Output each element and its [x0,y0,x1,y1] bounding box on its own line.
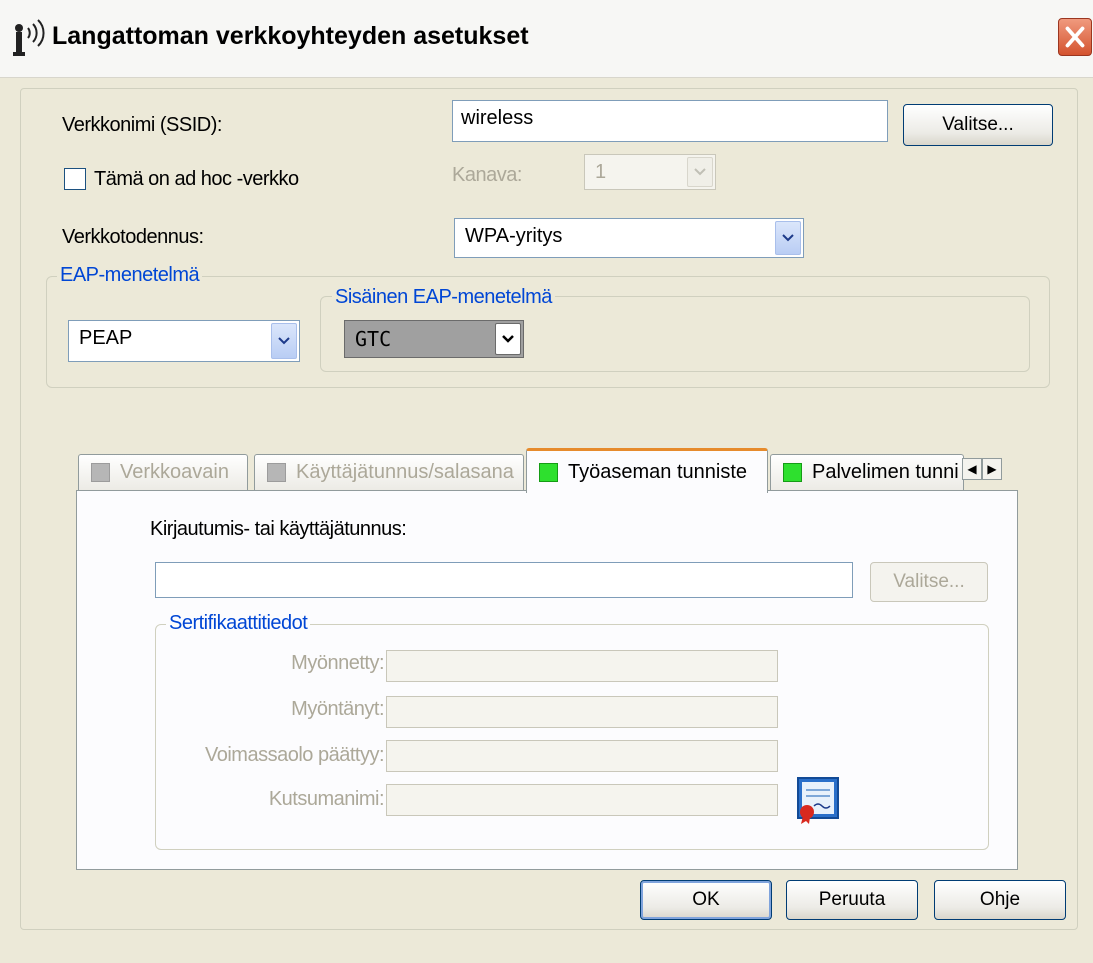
close-icon [1065,26,1085,48]
auth-value: WPA-yritys [465,225,563,247]
cert-friendly-name-input [386,784,778,816]
status-square-icon [91,463,110,482]
cert-friendly-name-label: Kutsumanimi: [268,788,385,810]
cert-legend: Sertifikaattitiedot [166,612,311,635]
help-button[interactable]: Ohje [934,880,1066,920]
scroll-left-icon[interactable]: ◀ [962,458,982,480]
auth-label: Verkkotodennus: [62,226,204,248]
wireless-icon [12,18,48,58]
tab-kayttajatunnus[interactable]: Käyttäjätunnus/salasana [254,454,524,490]
scroll-right-icon[interactable]: ▶ [982,458,1002,480]
cert-expires-label: Voimassaolo päättyy: [205,744,385,766]
ok-button[interactable]: OK [640,880,772,920]
tab-label: Käyttäjätunnus/salasana [296,461,514,483]
adhoc-checkbox[interactable] [64,168,86,190]
ssid-label: Verkkonimi (SSID): [62,114,222,136]
chevron-down-icon [687,157,713,187]
channel-select[interactable]: 1 [584,154,716,190]
tab-palvelimen-tunniste[interactable]: Palvelimen tunni [770,454,964,490]
cert-expires-input [386,740,778,772]
status-square-icon [783,463,802,482]
login-choose-button[interactable]: Valitse... [870,562,988,602]
inner-eap-select[interactable]: GTC [344,320,524,358]
ssid-input[interactable]: wireless [452,100,888,142]
cert-issued-to-input [386,650,778,682]
ssid-choose-button[interactable]: Valitse... [903,104,1053,146]
window-title: Langattoman verkkoyhteyden asetukset [52,22,529,50]
cert-issued-to-label: Myönnetty: [291,652,384,674]
chevron-down-icon [271,323,297,359]
cert-issued-by-input [386,696,778,728]
cert-issued-by-label: Myöntänyt: [291,698,384,720]
eap-legend: EAP-menetelmä [57,264,203,287]
chevron-down-icon [495,323,521,355]
adhoc-label: Tämä on ad hoc -verkko [94,168,299,190]
tab-verkkoavain[interactable]: Verkkoavain [78,454,248,490]
status-square-icon [539,462,558,482]
tab-label: Verkkoavain [120,461,229,483]
login-input[interactable] [155,562,853,598]
cancel-button[interactable]: Peruuta [786,880,918,920]
ssid-value: wireless [461,107,534,129]
tab-label: Palvelimen tunni [812,461,959,483]
auth-select[interactable]: WPA-yritys [454,218,804,258]
eap-select[interactable]: PEAP [68,320,300,362]
inner-eap-legend: Sisäinen EAP-menetelmä [332,286,555,309]
status-square-icon [267,463,286,482]
chevron-down-icon [775,221,801,255]
tab-tyoaseman-tunniste[interactable]: Työaseman tunniste [526,448,768,493]
close-button[interactable] [1058,18,1092,56]
inner-eap-value: GTC [355,327,392,351]
login-label: Kirjautumis- tai käyttäjätunnus: [150,518,407,540]
channel-value: 1 [595,161,607,183]
certificate-icon[interactable] [796,776,840,826]
tab-label: Työaseman tunniste [568,460,747,483]
channel-label: Kanava: [452,164,522,186]
eap-value: PEAP [79,327,133,349]
tab-scroll-arrows: ◀ ▶ [962,458,1002,480]
